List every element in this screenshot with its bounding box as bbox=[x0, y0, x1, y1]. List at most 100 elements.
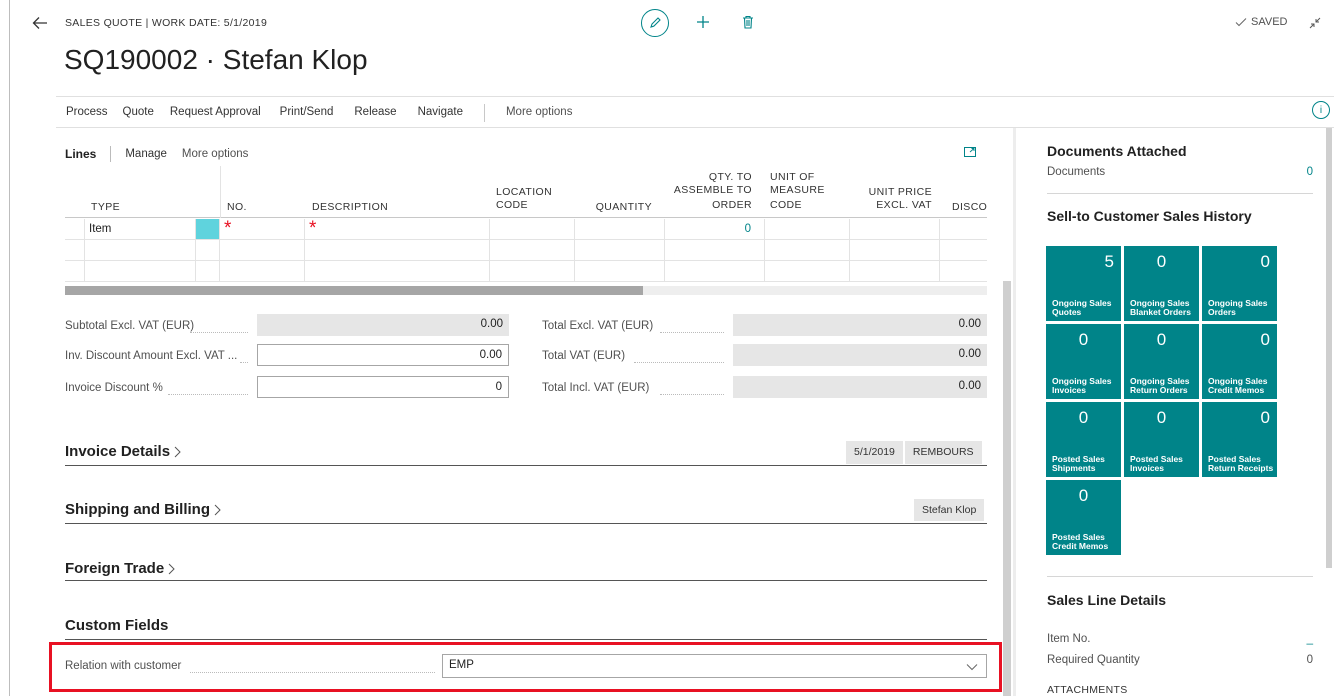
edit-icon[interactable] bbox=[641, 9, 669, 37]
col-assemble-1[interactable]: QTY. TO bbox=[660, 171, 752, 184]
tile-label-line2: Return Receipts bbox=[1208, 463, 1274, 473]
row3-select[interactable] bbox=[65, 261, 85, 282]
row2-price[interactable] bbox=[850, 240, 940, 261]
row3-type[interactable] bbox=[85, 261, 196, 282]
row1-location[interactable] bbox=[490, 219, 575, 240]
row2-type[interactable] bbox=[85, 240, 196, 261]
inv-discount-label: Inv. Discount Amount Excl. VAT ... bbox=[65, 350, 238, 362]
tile-ongoing-invoices[interactable]: 0 Ongoing Sales Invoices bbox=[1046, 324, 1121, 399]
row1-discount[interactable] bbox=[940, 219, 987, 240]
collapse-icon[interactable] bbox=[1306, 14, 1324, 32]
lines-hscroll-thumb[interactable] bbox=[65, 286, 643, 295]
col-uom-1[interactable]: UNIT OF bbox=[770, 171, 815, 184]
col-price-2: EXCL. VAT bbox=[876, 199, 932, 211]
row2-uom[interactable] bbox=[765, 240, 850, 261]
row2-description[interactable] bbox=[305, 240, 490, 261]
action-more-options[interactable]: More options bbox=[506, 106, 572, 122]
row1-type[interactable]: Item bbox=[85, 219, 196, 240]
row2-quantity[interactable] bbox=[575, 240, 665, 261]
tile-label-line2: Quotes bbox=[1052, 307, 1082, 317]
col-no[interactable]: NO. bbox=[227, 201, 247, 214]
row1-price[interactable] bbox=[850, 219, 940, 240]
col-discount[interactable]: DISCOU bbox=[952, 201, 987, 214]
row2-lookup[interactable] bbox=[196, 240, 220, 261]
lines-manage[interactable]: Manage bbox=[125, 148, 167, 160]
row2-select[interactable] bbox=[65, 240, 85, 261]
col-description[interactable]: DESCRIPTION bbox=[312, 201, 388, 214]
col-quantity[interactable]: QUANTITY bbox=[590, 201, 652, 214]
col-location-1[interactable]: LOCATION bbox=[496, 186, 552, 199]
lines-grid-body: Item * * 0 bbox=[65, 219, 987, 285]
lines-more-options[interactable]: More options bbox=[182, 148, 248, 160]
shipping-name-pill: Stefan Klop bbox=[914, 499, 985, 521]
row1-lookup[interactable] bbox=[196, 219, 220, 240]
tile-count: 0 bbox=[1078, 330, 1089, 349]
tile-label-line2: Blanket Orders bbox=[1130, 307, 1191, 317]
row3-assemble[interactable] bbox=[665, 261, 765, 282]
row1-no[interactable]: * bbox=[220, 219, 305, 240]
relation-select[interactable]: EMP bbox=[442, 654, 987, 678]
factbox-docs-value[interactable]: 0 bbox=[1300, 166, 1313, 178]
inv-discount-pct-label: Invoice Discount % bbox=[65, 382, 163, 394]
back-arrow-icon[interactable] bbox=[28, 12, 52, 34]
checkmark-icon bbox=[1235, 18, 1247, 27]
row2-location[interactable] bbox=[490, 240, 575, 261]
action-print-send[interactable]: Print/Send bbox=[280, 106, 334, 122]
tile-ongoing-quotes[interactable]: 5 Ongoing Sales Quotes bbox=[1046, 246, 1121, 321]
custom-fields-rule bbox=[65, 639, 987, 640]
row1-select[interactable] bbox=[65, 219, 85, 240]
tile-ongoing-orders[interactable]: 0 Ongoing Sales Orders bbox=[1202, 246, 1277, 321]
section-shipping-billing[interactable]: Shipping and Billing bbox=[65, 501, 222, 518]
tile-ongoing-blanket-orders[interactable]: 0 Ongoing Sales Blanket Orders bbox=[1124, 246, 1199, 321]
tile-label: Ongoing Sales Quotes bbox=[1052, 299, 1112, 317]
tile-posted-credit-memos[interactable]: 0 Posted Sales Credit Memos bbox=[1046, 480, 1121, 555]
new-icon[interactable] bbox=[692, 11, 714, 33]
tile-ongoing-return-orders[interactable]: 0 Ongoing Sales Return Orders bbox=[1124, 324, 1199, 399]
section-custom-fields[interactable]: Custom Fields bbox=[65, 617, 168, 634]
action-request-approval[interactable]: Request Approval bbox=[170, 106, 261, 122]
action-release[interactable]: Release bbox=[354, 106, 396, 122]
tile-posted-invoices[interactable]: 0 Posted Sales Invoices bbox=[1124, 402, 1199, 477]
row3-quantity[interactable] bbox=[575, 261, 665, 282]
delete-icon[interactable] bbox=[738, 11, 758, 33]
row1-assemble[interactable]: 0 bbox=[665, 219, 765, 240]
row3-no[interactable] bbox=[220, 261, 305, 282]
row2-assemble[interactable] bbox=[665, 240, 765, 261]
row3-description[interactable] bbox=[305, 261, 490, 282]
action-process[interactable]: Process bbox=[66, 106, 108, 122]
factbox-line-details-title: Sales Line Details bbox=[1047, 592, 1167, 608]
row1-quantity[interactable] bbox=[575, 219, 665, 240]
row3-discount[interactable] bbox=[940, 261, 987, 282]
row1-description[interactable]: * bbox=[305, 219, 490, 240]
col-type[interactable]: TYPE bbox=[91, 201, 120, 214]
tile-ongoing-credit-memos[interactable]: 0 Ongoing Sales Credit Memos bbox=[1202, 324, 1277, 399]
row2-no[interactable] bbox=[220, 240, 305, 261]
section-foreign-trade[interactable]: Foreign Trade bbox=[65, 560, 176, 577]
info-icon[interactable]: i bbox=[1312, 101, 1330, 119]
inv-discount-pct-input[interactable]: 0 bbox=[257, 376, 509, 398]
factbox-docs-rule bbox=[1047, 193, 1313, 194]
tile-label: Ongoing Sales Blanket Orders bbox=[1130, 299, 1191, 317]
row2-discount[interactable] bbox=[940, 240, 987, 261]
action-navigate[interactable]: Navigate bbox=[418, 106, 463, 122]
total-excl-vat-label: Total Excl. VAT (EUR) bbox=[542, 320, 654, 332]
tile-posted-return-receipts[interactable]: 0 Posted Sales Return Receipts bbox=[1202, 402, 1277, 477]
row3-price[interactable] bbox=[850, 261, 940, 282]
row3-location[interactable] bbox=[490, 261, 575, 282]
expand-lines-icon[interactable] bbox=[962, 145, 978, 159]
inv-discount-input[interactable]: 0.00 bbox=[257, 344, 509, 366]
row3-uom[interactable] bbox=[765, 261, 850, 282]
chevron-right-icon bbox=[174, 446, 181, 457]
item-no-value[interactable]: _ bbox=[1300, 633, 1313, 645]
section-invoice-details[interactable]: Invoice Details bbox=[65, 443, 182, 460]
row3-lookup[interactable] bbox=[196, 261, 220, 282]
action-quote[interactable]: Quote bbox=[123, 106, 154, 122]
main-scrollbar[interactable] bbox=[1003, 281, 1011, 696]
factbox-scrollbar[interactable] bbox=[1326, 128, 1332, 568]
col-price-1[interactable]: UNIT PRICE bbox=[840, 186, 932, 199]
col-assemble-3: ORDER bbox=[712, 199, 752, 211]
row1-uom[interactable] bbox=[765, 219, 850, 240]
tile-posted-shipments[interactable]: 0 Posted Sales Shipments bbox=[1046, 402, 1121, 477]
header-col-sep-1 bbox=[220, 166, 221, 218]
tile-label: Ongoing Sales Orders bbox=[1208, 299, 1268, 317]
